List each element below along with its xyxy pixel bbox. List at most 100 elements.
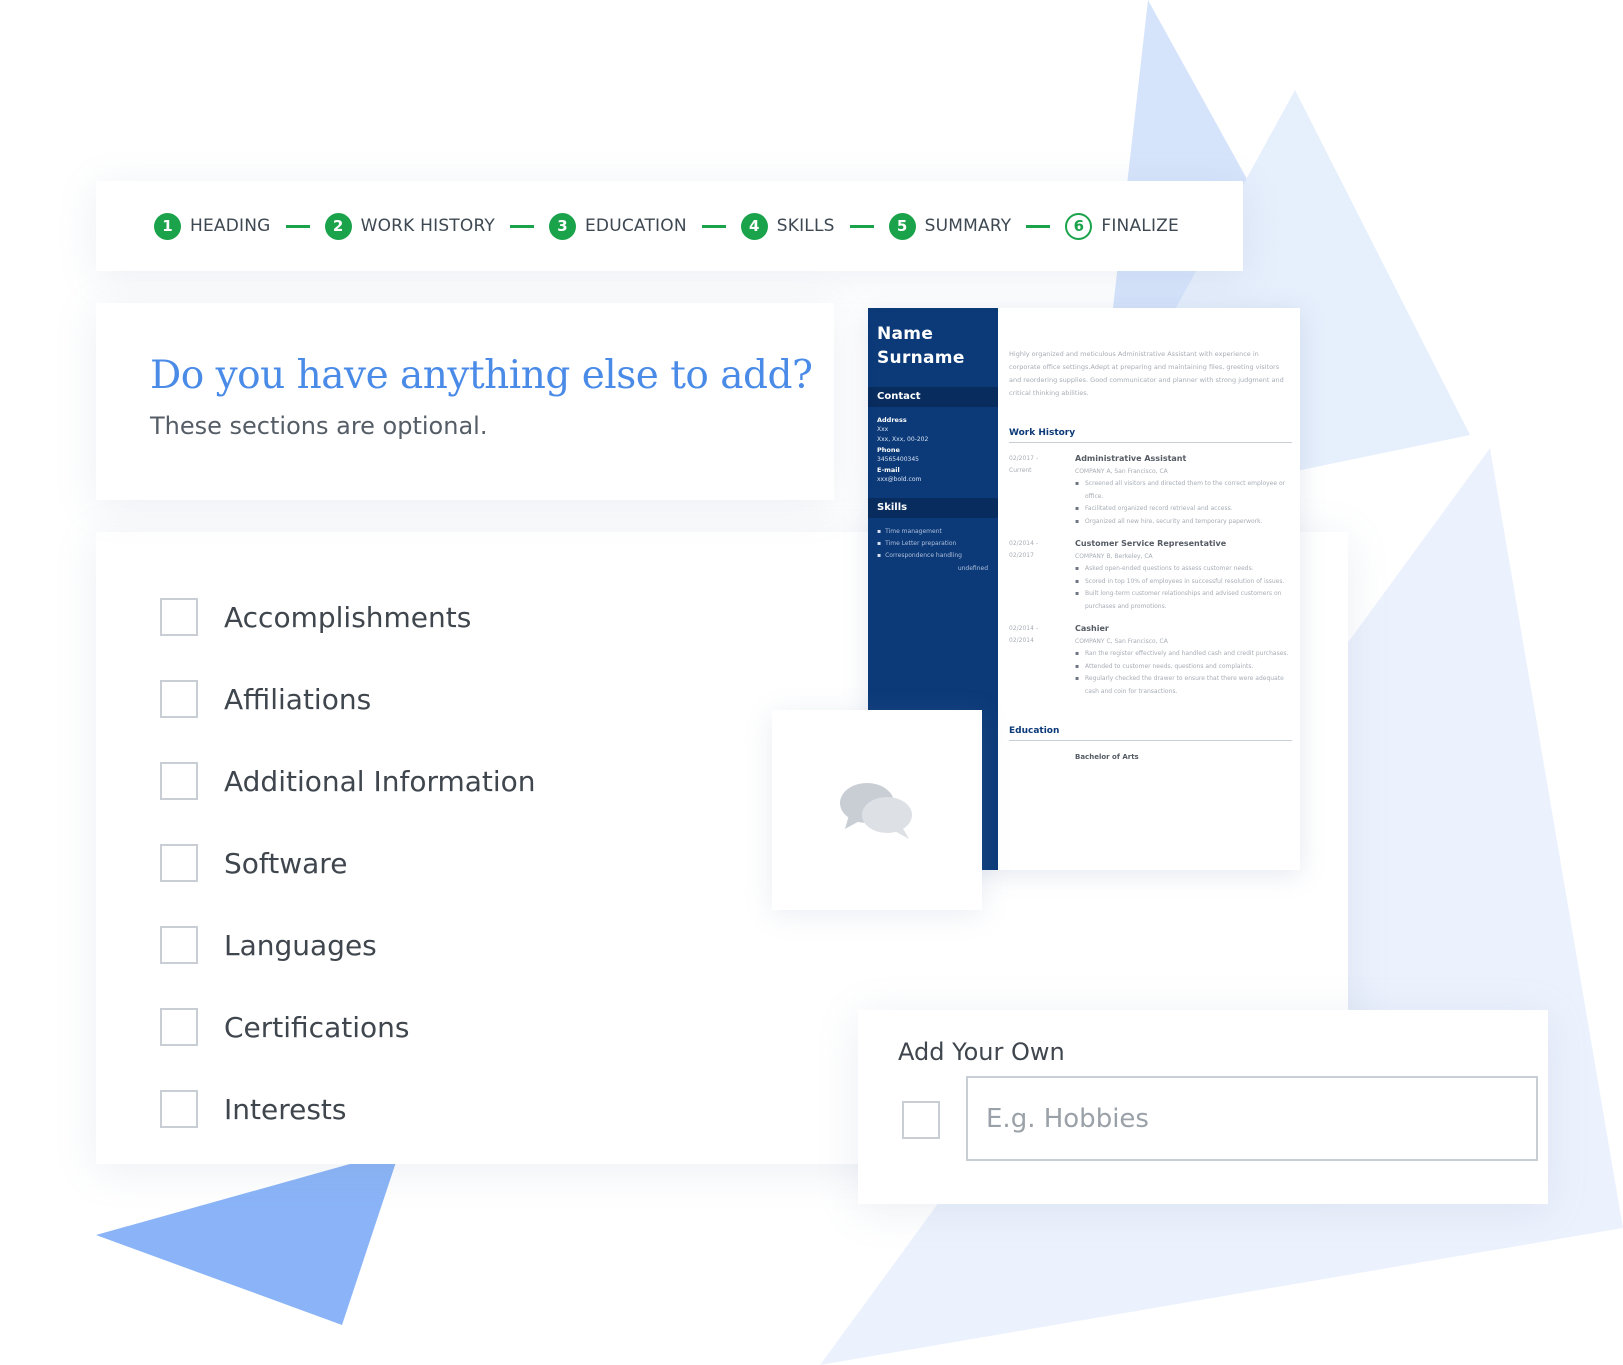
step-connector (701, 224, 726, 228)
resume-job-date-start: 02/2014 - (1009, 625, 1038, 632)
resume-contact-block: Address Xxx Xxx, Xxx, 00-202 Phone 34565… (868, 407, 998, 485)
step-label: FINALIZE (1101, 216, 1179, 236)
step-number-badge: 2 (324, 212, 352, 240)
checkbox[interactable] (160, 680, 198, 718)
step-work-history[interactable]: 2 WORK HISTORY (324, 212, 495, 240)
option-languages[interactable]: Languages (160, 926, 536, 964)
step-connector (509, 224, 534, 228)
resume-job: 02/2017 - Current Administrative Assista… (1009, 453, 1292, 528)
resume-education-heading: Education (1009, 726, 1292, 741)
step-connector (285, 224, 310, 228)
resume-job-bullet: Asked open-ended questions to assess cus… (1075, 563, 1292, 576)
resume-job-company: COMPANY C, San Francisco, CA (1075, 638, 1168, 645)
option-certifications[interactable]: Certifications (160, 1008, 536, 1046)
resume-job-dates: 02/2017 - Current (1009, 453, 1075, 528)
option-affiliations[interactable]: Affiliations (160, 680, 536, 718)
resume-work-heading: Work History (1009, 428, 1292, 443)
add-your-own-title: Add Your Own (898, 1038, 1065, 1066)
resume-name: Name Surname (868, 308, 998, 370)
checkbox[interactable] (160, 1090, 198, 1128)
tip-card[interactable] (772, 710, 982, 910)
resume-phone-label: Phone (877, 446, 900, 454)
checkbox[interactable] (160, 762, 198, 800)
resume-job-date-end: 02/2017 (1009, 552, 1034, 559)
step-number-badge: 4 (740, 212, 768, 240)
option-label[interactable]: Languages (224, 929, 377, 962)
resume-last-name: Surname (877, 348, 965, 368)
custom-section-input[interactable] (966, 1076, 1538, 1161)
step-skills[interactable]: 4 SKILLS (740, 212, 835, 240)
resume-job-body: Administrative Assistant COMPANY A, San … (1075, 453, 1292, 528)
resume-job: 02/2014 - 02/2014 Cashier COMPANY C, San… (1009, 623, 1292, 698)
add-your-own-checkbox[interactable] (902, 1101, 940, 1139)
option-accomplishments[interactable]: Accomplishments (160, 598, 536, 636)
option-label[interactable]: Additional Information (224, 765, 536, 798)
resume-job-date-end: Current (1009, 467, 1032, 474)
resume-job-bullet: Scored in top 10% of employees in succes… (1075, 576, 1292, 589)
resume-job-bullet: Attended to customer needs, questions an… (1075, 661, 1292, 674)
step-connector (1026, 224, 1051, 228)
resume-job-bullet: Facilitated organized record retrieval a… (1075, 503, 1292, 516)
resume-skills-heading: Skills (868, 498, 998, 518)
resume-address-line: Xxx, Xxx, 00-202 (877, 436, 929, 443)
resume-job-body: Customer Service Representative COMPANY … (1075, 538, 1292, 613)
resume-job-bullet: Built long-term customer relationships a… (1075, 588, 1292, 613)
step-number-badge: 1 (154, 212, 181, 240)
option-label[interactable]: Certifications (224, 1011, 409, 1044)
step-label: EDUCATION (584, 216, 687, 236)
resume-skill-item: Time management (877, 526, 992, 538)
resume-job-bullets: Screened all visitors and directed them … (1075, 478, 1292, 528)
resume-job-bullet: Regularly checked the drawer to ensure t… (1075, 673, 1292, 698)
resume-phone: 34565400345 (877, 456, 919, 463)
resume-job-dates: 02/2014 - 02/2017 (1009, 538, 1075, 613)
resume-summary: Highly organized and meticulous Administ… (1009, 350, 1284, 397)
resume-job-company: COMPANY B, Berkeley, CA (1075, 553, 1153, 560)
optional-sections-list: Accomplishments Affiliations Additional … (160, 598, 536, 1172)
option-label[interactable]: Interests (224, 1093, 347, 1126)
option-interests[interactable]: Interests (160, 1090, 536, 1128)
step-summary[interactable]: 5 SUMMARY (888, 212, 1012, 240)
step-label: SUMMARY (924, 216, 1012, 236)
resume-job-date-end: 02/2014 (1009, 637, 1034, 644)
resume-address-line: Xxx (877, 426, 889, 433)
page-title: Do you have anything else to add? (150, 353, 813, 398)
resume-skill-item: Correspondence handling (877, 550, 992, 562)
resume-address-label: Address (877, 416, 907, 424)
checkbox[interactable] (160, 844, 198, 882)
option-additional-information[interactable]: Additional Information (160, 762, 536, 800)
resume-skills-footer: undefined (957, 565, 988, 572)
checkbox[interactable] (160, 926, 198, 964)
option-label[interactable]: Affiliations (224, 683, 371, 716)
step-heading[interactable]: 1 HEADING (154, 212, 271, 240)
resume-email-label: E-mail (877, 466, 900, 474)
option-label[interactable]: Software (224, 847, 347, 880)
resume-job-bullet: Organized all new hire, security and tem… (1075, 516, 1292, 529)
option-label[interactable]: Accomplishments (224, 601, 471, 634)
resume-first-name: Name (877, 324, 934, 344)
resume-skills-list: Time management Time Letter preparation … (868, 518, 998, 562)
step-number-badge: 3 (548, 212, 576, 240)
resume-job-company: COMPANY A, San Francisco, CA (1075, 468, 1168, 475)
step-number-badge: 5 (888, 212, 916, 240)
step-number-badge-current: 6 (1065, 212, 1093, 240)
resume-job-bullet: Ran the register effectively and handled… (1075, 648, 1292, 661)
option-software[interactable]: Software (160, 844, 536, 882)
resume-job-title: Administrative Assistant (1075, 454, 1187, 463)
progress-stepper: 1 HEADING 2 WORK HISTORY 3 EDUCATION 4 S… (96, 181, 1243, 271)
step-label: SKILLS (776, 216, 835, 236)
resume-job-dates: 02/2014 - 02/2014 (1009, 623, 1075, 698)
resume-contact-heading: Contact (868, 387, 998, 407)
resume-email: xxx@bold.com (877, 476, 922, 483)
step-label: WORK HISTORY (360, 216, 495, 236)
step-label: HEADING (190, 216, 271, 236)
resume-job-body: Cashier COMPANY C, San Francisco, CA Ran… (1075, 623, 1292, 698)
resume-degree: Bachelor of Arts (1075, 753, 1139, 761)
resume-job-date-start: 02/2017 - (1009, 455, 1038, 462)
checkbox[interactable] (160, 1008, 198, 1046)
resume-skill-item: Time Letter preparation (877, 538, 992, 550)
resume-job-bullets: Asked open-ended questions to assess cus… (1075, 563, 1292, 613)
step-education[interactable]: 3 EDUCATION (548, 212, 687, 240)
checkbox[interactable] (160, 598, 198, 636)
resume-job-title: Cashier (1075, 624, 1109, 633)
step-finalize[interactable]: 6 FINALIZE (1065, 212, 1179, 240)
